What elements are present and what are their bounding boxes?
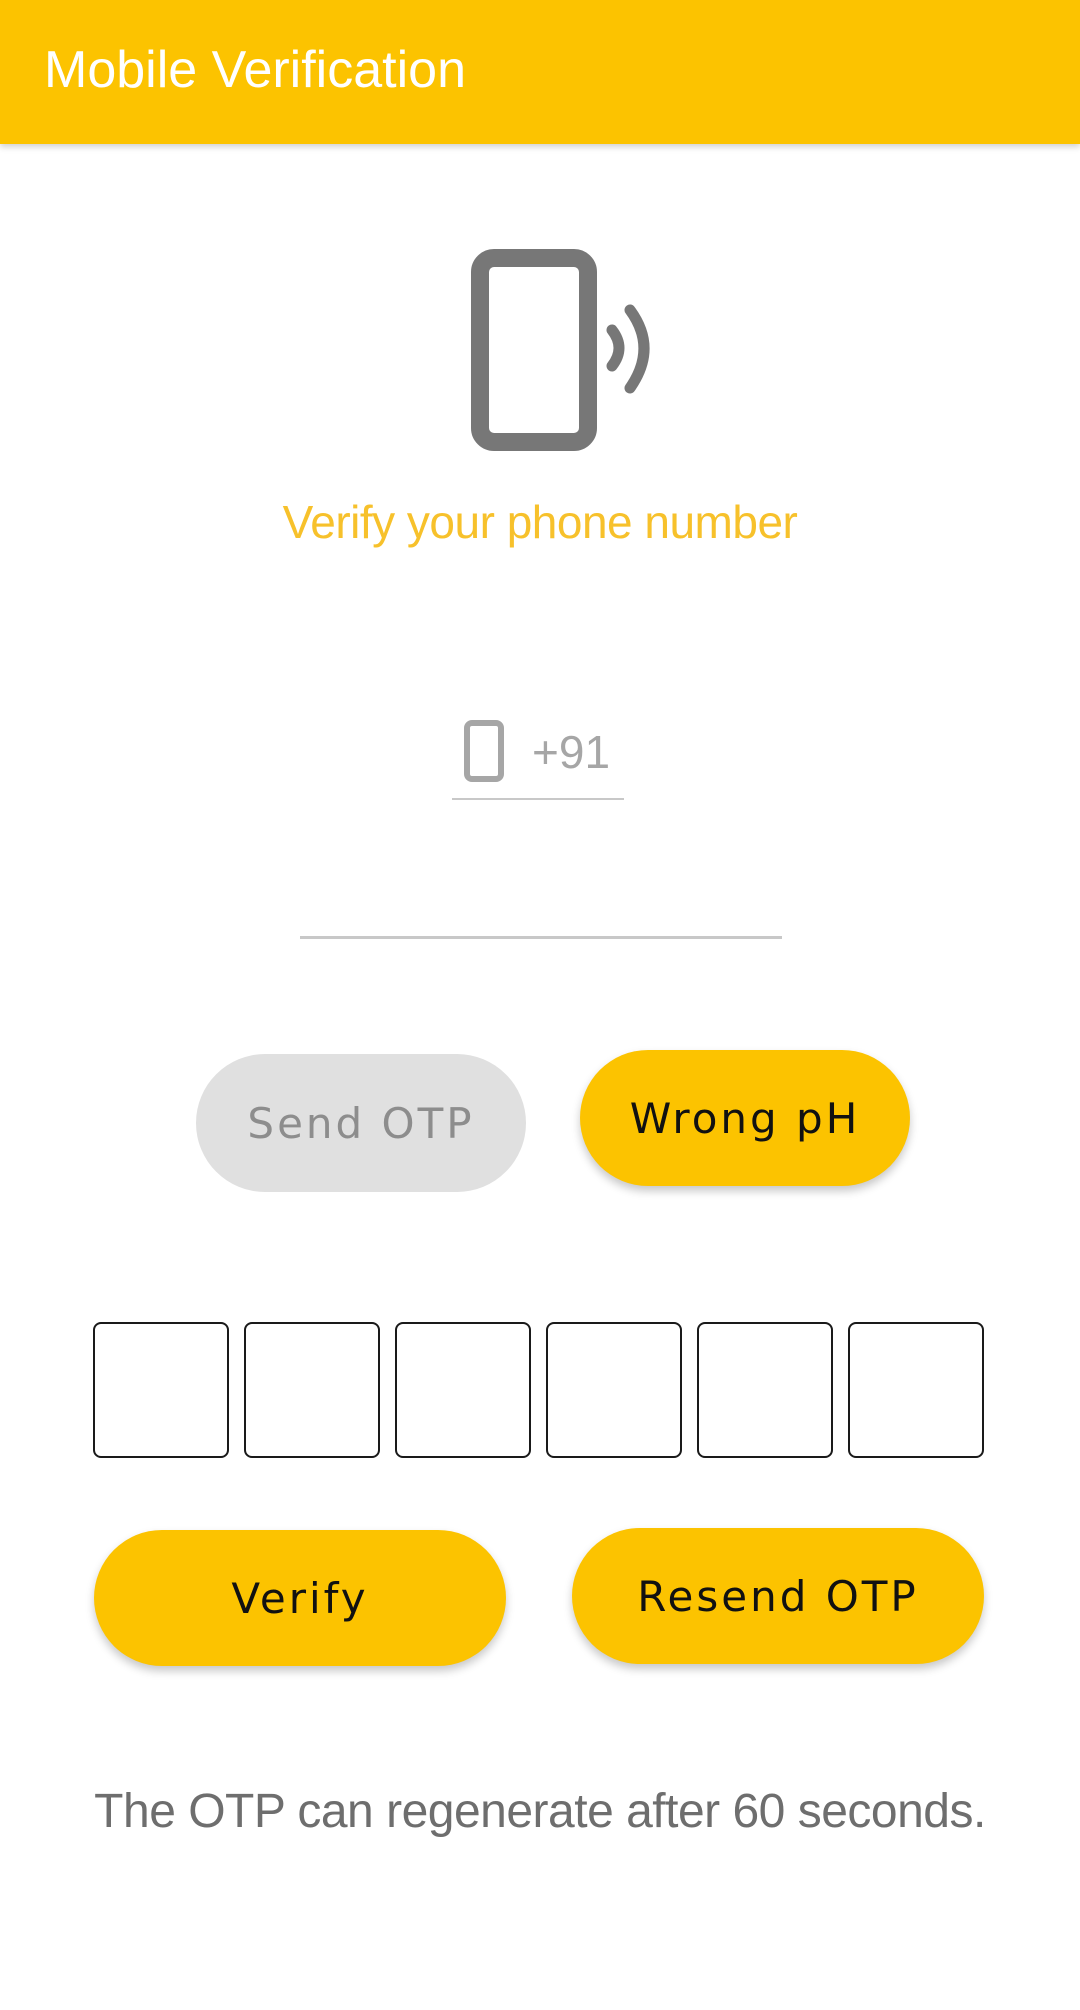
otp-digit-3[interactable]	[395, 1322, 531, 1458]
app-bar: Mobile Verification	[0, 0, 1080, 144]
phone-number-input[interactable]	[300, 880, 782, 939]
otp-digit-6[interactable]	[848, 1322, 984, 1458]
smartphone-icon	[464, 720, 504, 782]
app-bar-title: Mobile Verification	[44, 41, 466, 99]
country-code-text: +91	[532, 726, 611, 778]
verify-button[interactable]: Verify	[94, 1530, 506, 1666]
otp-digit-4[interactable]	[546, 1322, 682, 1458]
resend-otp-button[interactable]: Resend OTP	[572, 1528, 984, 1664]
otp-digit-5[interactable]	[697, 1322, 833, 1458]
otp-regenerate-note: The OTP can regenerate after 60 seconds.	[94, 1785, 986, 1838]
wrong-ph-button[interactable]: Wrong pH	[580, 1050, 910, 1186]
verify-heading: Verify your phone number	[282, 496, 798, 548]
country-code-field[interactable]: +91	[452, 716, 624, 800]
otp-input-row	[93, 1322, 985, 1458]
send-otp-button[interactable]: Send OTP	[196, 1054, 526, 1192]
otp-digit-2[interactable]	[244, 1322, 380, 1458]
otp-digit-1[interactable]	[93, 1322, 229, 1458]
phone-ringing-icon	[471, 249, 650, 451]
